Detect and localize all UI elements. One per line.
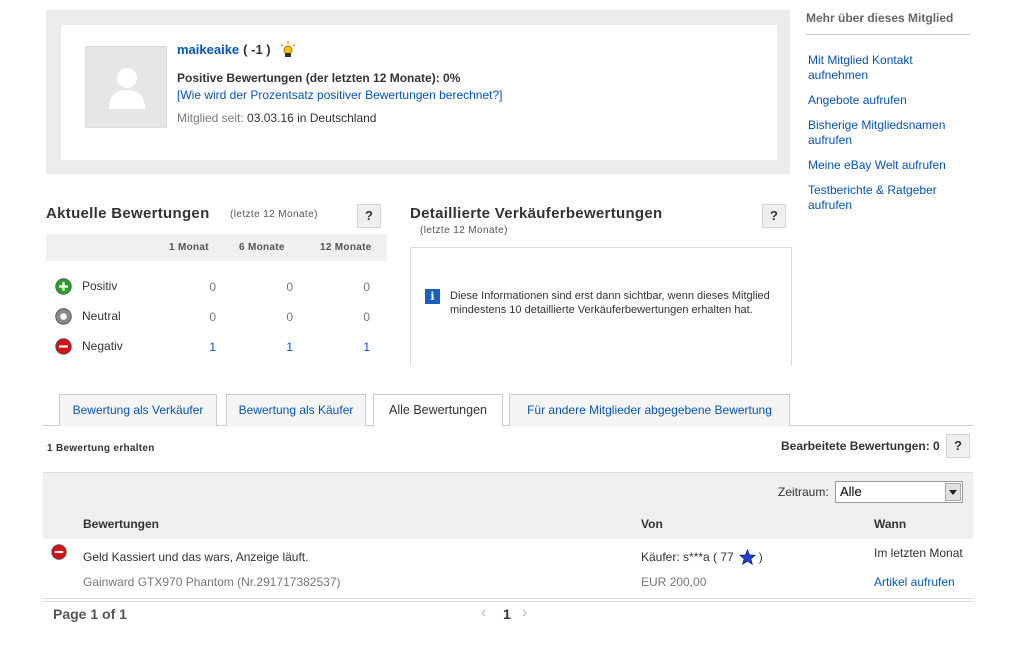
username-link[interactable]: maikeaike [177,42,239,57]
next-page-icon[interactable]: › [522,604,527,622]
neutral-6-months: 0 [286,310,293,324]
feedback-price: EUR 200,00 [641,575,707,589]
info-icon: i [425,289,440,304]
current-ratings-help-button[interactable]: ? [357,204,381,228]
feedback-count: 1 Bewertung erhalten [47,443,155,454]
feedback-table-header: Bewertungen Von Wann [43,511,973,539]
feedback-from-close: ) [758,550,763,564]
tab-seller-feedback[interactable]: Bewertung als Verkäufer [59,394,217,426]
ratings-table-header: 1 Monat 6 Monate 12 Monate [46,234,387,261]
sidebar-link-reviews-guides[interactable]: Testberichte & Ratgeber aufrufen [808,183,973,213]
positive-icon [55,278,72,295]
ratings-row-positive: Positiv 0 0 0 [46,278,387,308]
negative-6-months-link[interactable]: 1 [273,340,293,354]
ratings-row-negative: Negativ 1 1 1 [46,338,387,368]
profile-card: maikeaike ( -1 ) Positive Bewertungen (d… [46,10,790,174]
edited-feedback-count: Bearbeitete Bewertungen: 0 [781,439,940,453]
detailed-ratings-info: Diese Informationen sind erst dann sicht… [450,290,770,316]
avatar [85,46,167,128]
sidebar-links: Mit Mitglied Kontakt aufnehmen Angebote … [808,53,973,223]
negative-icon [55,338,72,355]
col-1-month: 1 Monat [169,242,209,253]
neutral-1-month: 0 [209,310,216,324]
detailed-ratings-subtitle: (letzte 12 Monate) [420,225,508,236]
current-ratings-title: Aktuelle Bewertungen [46,205,210,222]
sidebar-link-previous-names[interactable]: Bisherige Mitgliedsnamen aufrufen [808,118,973,148]
user-placeholder-icon [109,68,145,109]
detailed-ratings-help-button[interactable]: ? [762,204,786,228]
page-number-current[interactable]: 1 [503,606,511,622]
profile-card-inner: maikeaike ( -1 ) Positive Bewertungen (d… [61,25,777,160]
ratings-label: Negativ [82,339,123,353]
positive-12-months: 0 [363,280,370,294]
neutral-12-months: 0 [363,310,370,324]
feedback-comment: Geld Kassiert und das wars, Anzeige läuf… [83,550,309,564]
new-member-icon [280,41,296,57]
negative-12-months-link[interactable]: 1 [350,340,370,354]
current-ratings-subtitle: (letzte 12 Monate) [230,209,318,220]
detailed-ratings-title: Detaillierte Verkäuferbewertungen [410,205,663,222]
tab-feedback-left-for-others[interactable]: Für andere Mitglieder abgegebene Bewertu… [509,394,790,426]
username-row: maikeaike ( -1 ) [177,40,297,58]
col-12-months: 12 Monate [320,242,372,253]
member-since: Mitglied seit: 03.03.16 in Deutschland [177,111,376,125]
col-from: Von [641,517,663,531]
sidebar-divider [806,34,970,35]
col-6-months: 6 Monate [239,242,285,253]
sidebar-title: Mehr über dieses Mitglied [806,11,954,25]
negative-1-month-link[interactable]: 1 [196,340,216,354]
positive-6-months: 0 [286,280,293,294]
ratings-label: Positiv [82,279,118,293]
pager-divider [43,601,973,602]
positive-1-month: 0 [209,280,216,294]
col-when: Wann [874,517,907,531]
tab-all-feedback[interactable]: Alle Bewertungen [373,394,503,427]
feedback-from: Käufer: s***a ( 77 ) [641,549,763,565]
feedback-item: Gainward GTX970 Phantom (Nr.291717382537… [83,575,341,589]
filter-bar: Zeitraum: Alle [43,472,973,511]
prev-page-icon[interactable]: ‹ [481,604,486,622]
detailed-ratings-box: i Diese Informationen sind erst dann sic… [410,247,792,366]
feedback-when: Im letzten Monat [874,546,963,560]
view-item-link[interactable]: Artikel aufrufen [874,575,955,589]
dropdown-arrow-icon[interactable] [945,483,961,501]
sidebar-link-my-ebay-world[interactable]: Meine eBay Welt aufrufen [808,158,973,173]
col-ratings: Bewertungen [83,517,160,531]
ratings-row-neutral: Neutral 0 0 0 [46,308,387,338]
neutral-icon [55,308,72,325]
edited-feedback-help-button[interactable]: ? [946,434,970,458]
negative-icon [51,544,67,560]
feedback-row: Geld Kassiert und das wars, Anzeige läuf… [43,539,973,599]
blue-star-icon [738,549,756,565]
period-select[interactable]: Alle [835,481,963,503]
sidebar-link-offers[interactable]: Angebote aufrufen [808,93,973,108]
tab-buyer-feedback[interactable]: Bewertung als Käufer [226,394,366,426]
page-indicator: Page 1 of 1 [53,606,127,622]
period-label: Zeitraum: [778,485,829,499]
sidebar-link-contact[interactable]: Mit Mitglied Kontakt aufnehmen [808,53,973,83]
feedback-score: ( -1 ) [243,41,271,57]
period-select-value: Alle [840,484,862,499]
percentage-help-link[interactable]: [Wie wird der Prozentsatz positiver Bewe… [177,88,503,102]
ratings-label: Neutral [82,309,121,323]
feedback-from-user[interactable]: Käufer: s***a ( 77 [641,550,734,564]
member-since-value: 03.03.16 in Deutschland [247,111,377,125]
positive-percentage: Positive Bewertungen (der letzten 12 Mon… [177,71,461,85]
member-since-label: Mitglied seit: [177,111,244,125]
